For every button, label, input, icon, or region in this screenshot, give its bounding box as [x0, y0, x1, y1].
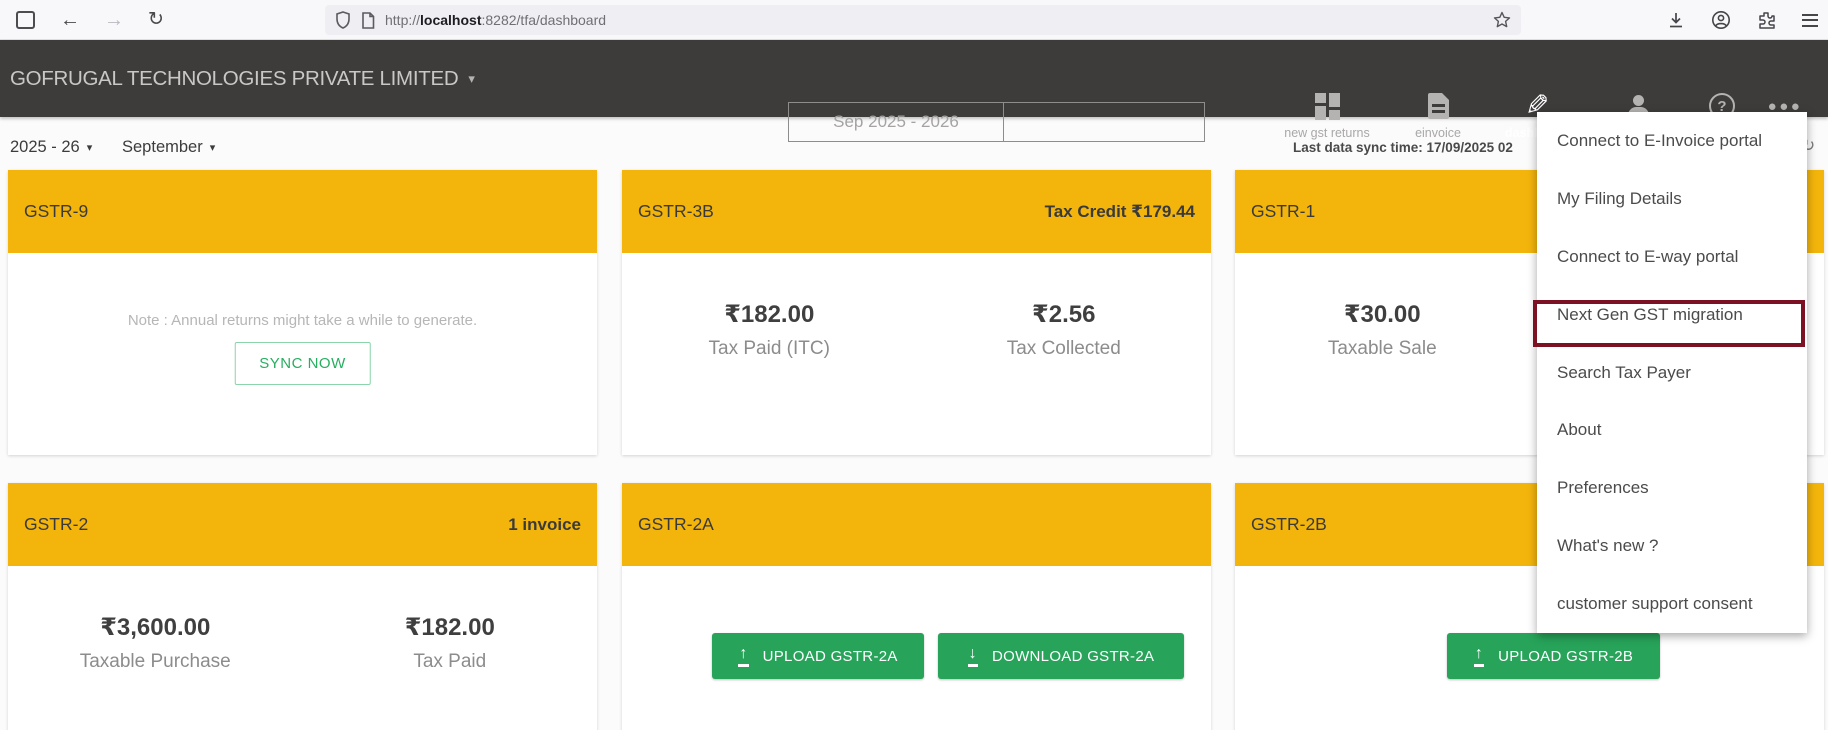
menu-item-next-gen-gst-migration[interactable]: Next Gen GST migration — [1537, 286, 1807, 344]
upload-icon: ↑ — [738, 645, 749, 667]
period-selector[interactable]: Sep 2025 - 2026 — [788, 102, 1004, 142]
card-gstr2-header: GSTR-2 1 invoice — [8, 483, 597, 566]
company-name: GOFRUGAL TECHNOLOGIES PRIVATE LIMITED — [10, 66, 459, 90]
nav-label: new gst returns — [1284, 126, 1370, 140]
forward-icon: → — [104, 9, 124, 31]
invoice-count-badge: 1 invoice — [508, 514, 581, 534]
page-icon[interactable] — [361, 11, 375, 29]
metric-value: ₹2.56 — [1032, 301, 1096, 328]
upload-icon: ↑ — [1473, 645, 1485, 667]
account-icon[interactable] — [1711, 10, 1731, 30]
reload-icon[interactable]: ↻ — [148, 6, 164, 34]
card-title: GSTR-2 — [24, 514, 89, 534]
card-title: GSTR-9 — [24, 201, 89, 221]
document-icon — [1427, 88, 1449, 124]
url-bar[interactable]: http://localhost:8282/tfa/dashboard — [325, 5, 1521, 35]
browser-chrome: ← → ↻ http://localhost:8282/tfa/dashboar… — [0, 0, 1828, 40]
menu-item-preferences[interactable]: Preferences — [1537, 459, 1807, 517]
period-secondary-box[interactable] — [1003, 102, 1205, 142]
metric-value: ₹30.00 — [1343, 301, 1421, 328]
chevron-down-icon: ▾ — [468, 70, 475, 86]
card-gstr3b: GSTR-3B Tax Credit ₹179.44 ₹182.00 Tax P… — [622, 170, 1211, 455]
metric-tax-paid: ₹182.00 Tax Paid — [300, 611, 600, 673]
card-title: GSTR-2B — [1251, 514, 1327, 534]
url-text[interactable]: http://localhost:8282/tfa/dashboard — [385, 12, 606, 28]
upload-gstr2a-button[interactable]: ↑ UPLOAD GSTR-2A — [712, 633, 924, 679]
upload-gstr2b-button[interactable]: ↑ UPLOAD GSTR-2B — [1447, 633, 1660, 679]
metric-label: Tax Paid — [413, 651, 487, 672]
url-host: localhost — [420, 12, 482, 28]
menu-item-connect-eway-portal[interactable]: Connect to E-way portal — [1537, 228, 1807, 286]
bookmark-star-icon[interactable] — [1493, 11, 1511, 29]
browser-toolbar-icons — [1667, 0, 1818, 40]
metric-label: Taxable Sale — [1327, 338, 1437, 359]
metric-value: ₹182.00 — [404, 614, 495, 641]
sync-now-button[interactable]: SYNC NOW — [234, 342, 371, 385]
year-filter-value: 2025 - 26 — [10, 138, 80, 156]
nav-label: einvoice — [1415, 126, 1461, 140]
card-title: GSTR-3B — [638, 201, 714, 221]
month-filter-value: September — [122, 138, 203, 156]
company-selector[interactable]: GOFRUGAL TECHNOLOGIES PRIVATE LIMITED ▾ — [10, 40, 475, 117]
metric-taxable-sale: ₹30.00 Taxable Sale — [1232, 298, 1532, 360]
card-gstr9: GSTR-9 Note : Annual returns might take … — [8, 170, 597, 455]
download-gstr2a-button[interactable]: ↓ DOWNLOAD GSTR-2A — [938, 633, 1184, 679]
card-gstr2: GSTR-2 1 invoice ₹3,600.00 Taxable Purch… — [8, 483, 597, 730]
download-icon: ↓ — [967, 645, 978, 667]
app-header: GOFRUGAL TECHNOLOGIES PRIVATE LIMITED ▾ … — [0, 40, 1828, 142]
month-filter[interactable]: September ▾ — [122, 138, 215, 157]
window-icon[interactable] — [16, 11, 35, 29]
metric-value: ₹3,600.00 — [100, 614, 211, 641]
period-group: Sep 2025 - 2026 — [788, 102, 1205, 142]
card-gstr9-header: GSTR-9 — [8, 170, 597, 253]
shield-icon[interactable] — [335, 11, 351, 29]
menu-item-customer-support-consent[interactable]: customer support consent — [1537, 575, 1807, 633]
chevron-down-icon: ▾ — [209, 142, 216, 154]
button-label: DOWNLOAD GSTR-2A — [991, 647, 1155, 665]
metric-value: ₹182.00 — [724, 301, 815, 328]
menu-item-connect-einvoice-portal[interactable]: Connect to E-Invoice portal — [1537, 112, 1807, 170]
metric-tax-collected: ₹2.56 Tax Collected — [914, 298, 1214, 360]
gstr9-note: Note : Annual returns might take a while… — [127, 312, 478, 329]
chevron-down-icon: ▾ — [86, 142, 93, 154]
tax-credit-badge: Tax Credit ₹179.44 — [1044, 201, 1195, 221]
more-dropdown-menu: Connect to E-Invoice portal My Filing De… — [1537, 112, 1807, 633]
last-sync-time: Last data sync time: 17/09/2025 02 — [1293, 140, 1513, 155]
button-label: UPLOAD GSTR-2B — [1498, 647, 1634, 665]
back-icon[interactable]: ← — [60, 6, 80, 34]
menu-item-search-tax-payer[interactable]: Search Tax Payer — [1537, 344, 1807, 402]
browser-menu-icon[interactable] — [1802, 13, 1818, 27]
metric-label: Taxable Purchase — [79, 651, 231, 672]
card-title: GSTR-2A — [638, 514, 714, 534]
card-title: GSTR-1 — [1251, 201, 1316, 221]
extensions-icon[interactable] — [1757, 11, 1776, 30]
menu-item-about[interactable]: About — [1537, 401, 1807, 459]
url-path: :8282/tfa/dashboard — [481, 12, 607, 28]
metric-label: Tax Paid (ITC) — [708, 338, 830, 359]
card-gstr2a-header: GSTR-2A — [622, 483, 1211, 566]
menu-item-my-filing-details[interactable]: My Filing Details — [1537, 170, 1807, 228]
url-scheme: http:// — [385, 12, 421, 28]
button-label: UPLOAD GSTR-2A — [762, 647, 898, 665]
metric-taxable-purchase: ₹3,600.00 Taxable Purchase — [5, 611, 305, 673]
metric-label: Tax Collected — [1006, 338, 1121, 359]
metric-tax-paid-itc: ₹182.00 Tax Paid (ITC) — [619, 298, 919, 360]
year-filter[interactable]: 2025 - 26 ▾ — [10, 138, 92, 157]
menu-item-whats-new[interactable]: What's new ? — [1537, 517, 1807, 575]
grid-icon — [1314, 88, 1340, 124]
card-gstr3b-header: GSTR-3B Tax Credit ₹179.44 — [622, 170, 1211, 253]
card-gstr2a: GSTR-2A ↑ UPLOAD GSTR-2A ↓ DOWNLOAD GSTR… — [622, 483, 1211, 730]
downloads-icon[interactable] — [1667, 11, 1685, 29]
